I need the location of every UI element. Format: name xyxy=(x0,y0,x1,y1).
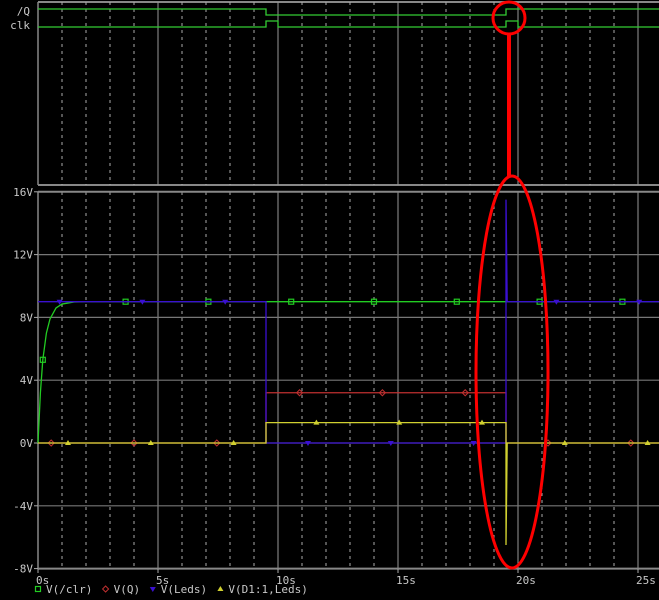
signal-label-clk: clk xyxy=(10,19,30,32)
signal-label-q-bar: /Q xyxy=(17,5,30,18)
x-tick-label: 15s xyxy=(396,574,416,587)
legend-entry: V(Leds) xyxy=(161,583,207,596)
legend-entry: V(/clr) xyxy=(46,583,92,596)
y-tick-label: 4V xyxy=(20,374,34,387)
y-tick-label: 8V xyxy=(20,311,34,324)
background xyxy=(0,0,659,600)
y-tick-label: -4V xyxy=(13,500,33,513)
legend: V(/clr) V(Q) V(Leds) V(D1:1,Leds) xyxy=(34,583,308,596)
y-tick-label: -8V xyxy=(13,563,33,576)
x-tick-label: 25s xyxy=(636,574,656,587)
legend-entry: V(Q) xyxy=(114,583,141,596)
legend-entry: V(D1:1,Leds) xyxy=(228,583,307,596)
x-tick-label: 20s xyxy=(516,574,536,587)
probe-window: /Q clk 16V12V8V4V0V-4V-8V 0s 5s 10s 15s 20s 2… xyxy=(0,0,659,600)
y-tick-label: 16V xyxy=(13,186,33,199)
y-tick-label: 12V xyxy=(13,249,33,262)
y-tick-label: 0V xyxy=(20,437,34,450)
